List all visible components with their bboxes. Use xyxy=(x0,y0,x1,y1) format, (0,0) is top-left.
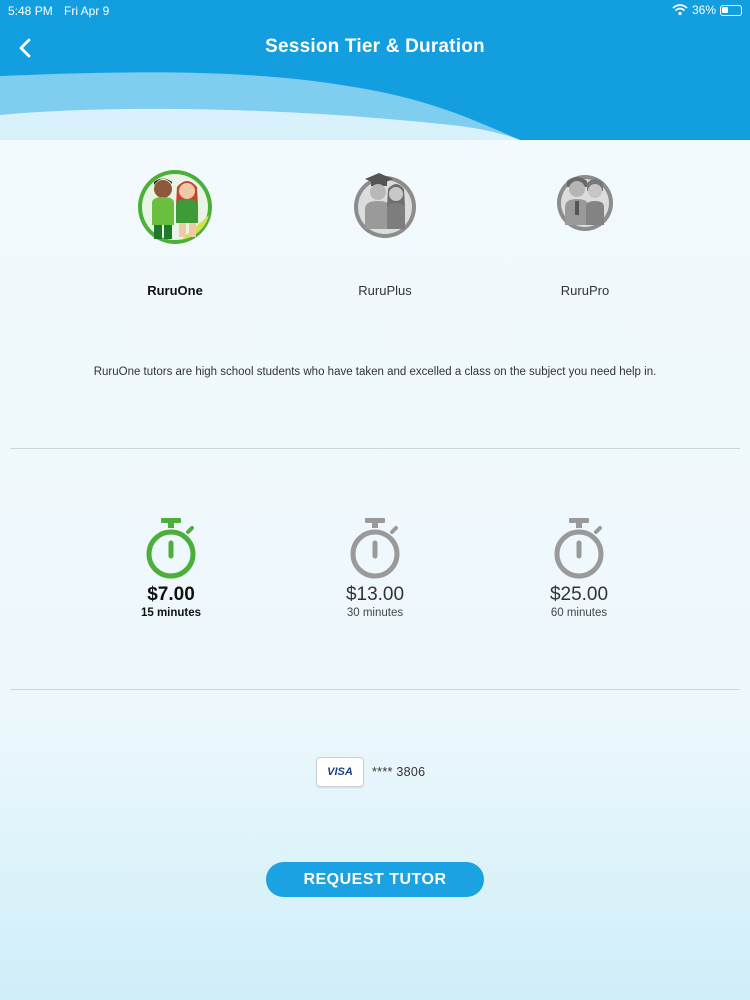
duration-price: $13.00 xyxy=(345,584,405,605)
tier-option-ruruone[interactable]: RuruOne xyxy=(95,165,255,298)
card-number: **** 3806 xyxy=(372,765,426,779)
tier-option-ruruplus[interactable]: RuruPlus xyxy=(305,165,465,298)
stopwatch-icon xyxy=(554,518,604,579)
tier-description: RuruOne tutors are high school students … xyxy=(93,366,657,378)
battery-percent: 36% xyxy=(691,3,716,17)
payment-method[interactable]: VISA **** 3806 xyxy=(316,757,425,787)
stopwatch-icon xyxy=(350,518,400,579)
tier-label-ruruplus: RuruPlus xyxy=(358,283,412,298)
status-right: 36% xyxy=(672,3,742,17)
duration-option-15[interactable]: $7.00 15 minutes xyxy=(101,516,241,619)
duration-option-60[interactable]: $25.00 60 minutes xyxy=(509,516,649,619)
divider-bottom xyxy=(10,689,740,690)
wifi-icon xyxy=(672,4,688,16)
duration-minutes: 15 minutes xyxy=(140,607,202,619)
duration-minutes: 30 minutes xyxy=(346,607,404,619)
battery-fill xyxy=(722,6,729,13)
stopwatch-icon xyxy=(146,518,196,579)
tier-label-ruruone: RuruOne xyxy=(147,283,203,298)
duration-option-30[interactable]: $13.00 30 minutes xyxy=(305,516,445,619)
status-date: Fri Apr 9 xyxy=(64,4,110,18)
ruruone-avatar-icon xyxy=(138,170,212,244)
battery-icon xyxy=(720,4,742,16)
duration-price: $25.00 xyxy=(549,584,609,605)
status-bar: 5:48 PM Fri Apr 9 36% xyxy=(0,0,750,22)
duration-price: $7.00 xyxy=(147,584,195,605)
page-title: Session Tier & Duration xyxy=(265,36,485,57)
header: 5:48 PM Fri Apr 9 36% Session Tier & Dur… xyxy=(0,0,750,140)
rurupro-avatar-icon xyxy=(557,175,613,231)
status-time: 5:48 PM xyxy=(8,4,53,18)
tier-label-rurupro: RuruPro xyxy=(560,283,610,298)
tier-option-ruropro[interactable]: RuruPro xyxy=(505,165,665,298)
duration-minutes: 60 minutes xyxy=(550,607,608,619)
divider-top xyxy=(10,448,740,449)
ruruplus-avatar-icon xyxy=(354,173,416,238)
visa-card-icon: VISA xyxy=(316,757,364,787)
request-tutor-button[interactable]: REQUEST TUTOR xyxy=(266,862,484,897)
